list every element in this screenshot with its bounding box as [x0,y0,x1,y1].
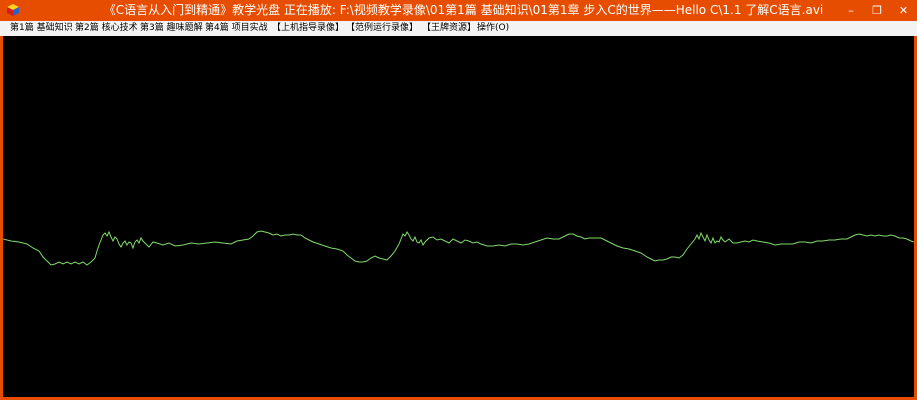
menu-operations[interactable]: 操作(O) [477,21,509,36]
menu-lab-videos[interactable]: 【上机指导录像】 [272,21,344,36]
waveform-line [3,230,914,266]
menu-part4-projects[interactable]: 第4篇 项目实战 [205,21,268,36]
menu-example-videos[interactable]: 【范例运行录像】 [346,21,418,36]
menu-part3-fun[interactable]: 第3篇 趣味题解 [140,21,203,36]
close-button[interactable]: ✕ [890,0,917,20]
restore-button[interactable]: ❐ [864,0,890,20]
video-area[interactable] [3,36,914,397]
audio-waveform [3,230,914,266]
window-title: 《C语言从入门到精通》教学光盘 正在播放: F:\视频教学录像\01第1篇 基础… [103,3,824,17]
player-window: 《C语言从入门到精通》教学光盘 正在播放: F:\视频教学录像\01第1篇 基础… [0,0,917,400]
menu-resources[interactable]: 【王牌资源】 [422,21,476,36]
minimize-button[interactable]: – [838,0,864,20]
title-bar[interactable]: 《C语言从入门到精通》教学光盘 正在播放: F:\视频教学录像\01第1篇 基础… [0,0,917,21]
menu-bar: 第1篇 基础知识 第2篇 核心技术 第3篇 趣味题解 第4篇 项目实战 【上机指… [0,21,917,36]
menu-part2-core[interactable]: 第2篇 核心技术 [75,21,138,36]
menu-part1-basics[interactable]: 第1篇 基础知识 [10,21,73,36]
